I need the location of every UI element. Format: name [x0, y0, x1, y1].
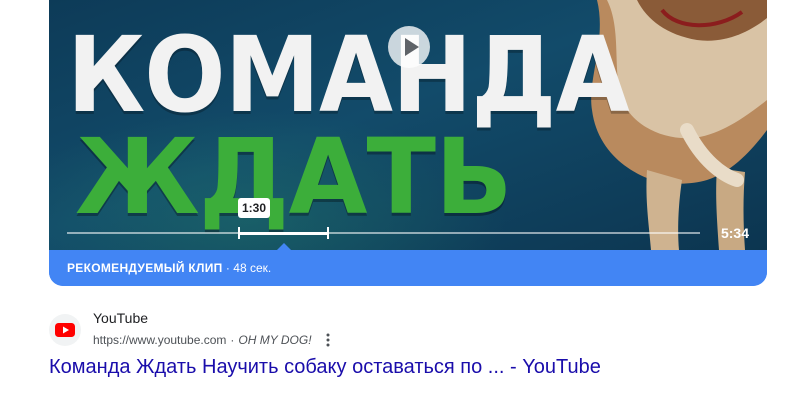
featured-clip-label: РЕКОМЕНДУЕМЫЙ КЛИП	[67, 261, 223, 275]
site-url-row: https://www.youtube.com · OH MY DOG!	[93, 332, 334, 348]
clip-length: 48 сек.	[233, 261, 272, 275]
featured-clip-bar[interactable]: РЕКОМЕНДУЕМЫЙ КЛИП · 48 сек.	[49, 250, 767, 286]
clip-start-time: 1:30	[238, 198, 271, 218]
play-icon	[405, 38, 419, 56]
result-title-link[interactable]: Команда Ждать Научить собаку оставаться …	[49, 356, 601, 379]
video-duration: 5:34	[720, 225, 749, 241]
more-vert-icon	[326, 333, 330, 347]
clip-pointer	[277, 243, 291, 250]
more-options-button[interactable]	[322, 332, 334, 348]
video-thumbnail[interactable]: КОМАНДА ЖДАТЬ 1:30 5:34	[49, 0, 767, 250]
clip-segment[interactable]	[238, 232, 328, 235]
search-result-page: КОМАНДА ЖДАТЬ 1:30 5:34 РЕКОМЕНДУЕМЫЙ КЛ…	[0, 0, 787, 401]
play-button[interactable]	[388, 26, 430, 68]
featured-clip-card[interactable]: КОМАНДА ЖДАТЬ 1:30 5:34 РЕКОМЕНДУЕМЫЙ КЛ…	[49, 0, 767, 286]
url-separator: ·	[230, 333, 235, 347]
clip-end-marker	[327, 227, 329, 239]
channel-name: OH MY DOG!	[238, 333, 312, 347]
site-favicon[interactable]	[49, 314, 81, 346]
thumbnail-text-line2: ЖДАТЬ	[75, 116, 513, 238]
progress-track[interactable]	[67, 232, 700, 234]
site-name[interactable]: YouTube	[93, 310, 148, 326]
site-url[interactable]: https://www.youtube.com	[93, 333, 226, 347]
clip-separator: ·	[222, 261, 234, 275]
youtube-icon	[55, 323, 75, 337]
clip-start-marker	[238, 227, 240, 239]
